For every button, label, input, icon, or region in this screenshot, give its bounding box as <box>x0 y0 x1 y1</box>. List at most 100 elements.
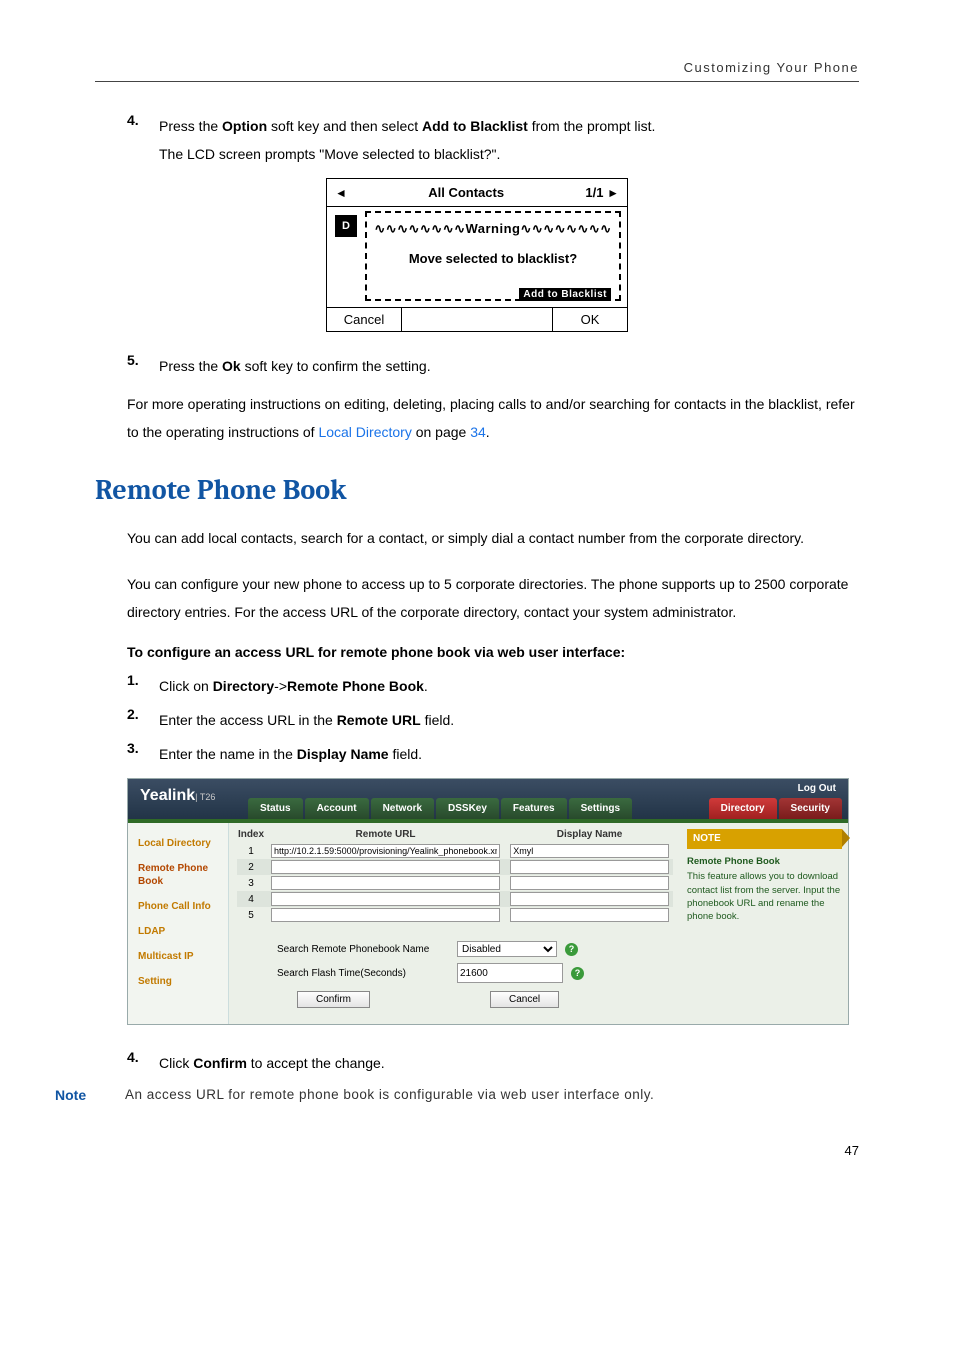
text: field. <box>389 746 422 762</box>
tab-status[interactable]: Status <box>248 798 303 819</box>
note-panel: NOTE Remote Phone Book This feature allo… <box>681 823 848 1024</box>
tab-dsskey[interactable]: DSSKey <box>436 798 499 819</box>
note-description: This feature allows you to download cont… <box>687 870 842 923</box>
sidebar-item-local-directory[interactable]: Local Directory <box>128 831 228 856</box>
remote-url-input[interactable] <box>271 860 500 874</box>
web-ui-screenshot: Yealink| T26 Log Out Status Account Netw… <box>127 778 849 1025</box>
sidebar-item-remote-phone-book[interactable]: Remote Phone Book <box>128 856 228 894</box>
text: on page <box>412 424 470 440</box>
paragraph: For more operating instructions on editi… <box>127 390 859 446</box>
text: field. <box>421 712 454 728</box>
brand-logo: Yealink| T26 <box>140 787 215 805</box>
tab-settings[interactable]: Settings <box>569 798 632 819</box>
note-title: Remote Phone Book <box>687 855 842 868</box>
flash-time-input[interactable] <box>457 963 563 983</box>
keyword: Remote Phone Book <box>287 678 424 694</box>
remote-url-input[interactable] <box>271 876 500 890</box>
text: Enter the name in the <box>159 746 297 762</box>
keyword: Display Name <box>297 746 389 762</box>
row-index: 1 <box>237 846 265 857</box>
arrow-right-icon: ► <box>607 186 619 200</box>
step-body: Click on Directory->Remote Phone Book. <box>159 672 859 700</box>
display-name-input[interactable] <box>510 844 669 858</box>
tab-security[interactable]: Security <box>779 798 842 819</box>
warning-label: Warning <box>465 221 520 236</box>
keyword: Remote URL <box>337 712 421 728</box>
lcd-screenshot: ◄ All Contacts 1/1 ► D ∿∿∿∿∿∿∿∿Warning∿∿… <box>326 178 628 332</box>
display-name-input[interactable] <box>510 908 669 922</box>
note-text: An access URL for remote phone book is c… <box>125 1087 859 1103</box>
flash-time-label: Search Flash Time(Seconds) <box>277 968 457 979</box>
tab-features[interactable]: Features <box>501 798 567 819</box>
step-number: 2. <box>127 706 159 734</box>
sidebar-item-setting[interactable]: Setting <box>128 969 228 994</box>
step-body: Press the Ok soft key to confirm the set… <box>159 352 859 380</box>
text: Click on <box>159 678 213 694</box>
remote-url-input[interactable] <box>271 892 500 906</box>
cancel-button[interactable]: Cancel <box>490 991 559 1008</box>
text: from the prompt list. <box>528 118 656 134</box>
keyword: Ok <box>222 358 241 374</box>
lcd-pager: 1/1 <box>585 185 603 200</box>
text: -> <box>274 678 287 694</box>
keyword: Add to Blacklist <box>422 118 528 134</box>
text: Enter the access URL in the <box>159 712 337 728</box>
note-label: Note <box>55 1087 125 1103</box>
wave-icon: ∿∿∿∿∿∿∿∿ <box>521 221 612 236</box>
main-area: Index Remote URL Display Name 1 2 3 <box>229 823 681 1024</box>
keyword: Option <box>222 118 267 134</box>
keyword: Confirm <box>193 1055 247 1071</box>
text: to accept the change. <box>247 1055 385 1071</box>
confirm-button[interactable]: Confirm <box>297 991 370 1008</box>
row-index: 2 <box>237 862 265 873</box>
help-icon[interactable]: ? <box>571 967 584 980</box>
brand-text: Yealink <box>140 787 195 804</box>
tab-directory[interactable]: Directory <box>709 798 777 819</box>
display-name-input[interactable] <box>510 892 669 906</box>
text: soft key and then select <box>267 118 422 134</box>
step-number: 3. <box>127 740 159 768</box>
text: Click <box>159 1055 193 1071</box>
paragraph: You can configure your new phone to acce… <box>127 570 859 626</box>
text: The LCD screen prompts "Move selected to… <box>159 140 859 168</box>
tab-account[interactable]: Account <box>305 798 369 819</box>
text: . <box>424 678 428 694</box>
lcd-cancel-button: Cancel <box>327 308 402 331</box>
note-header: NOTE <box>687 829 842 849</box>
step-body: Enter the name in the Display Name field… <box>159 740 859 768</box>
text: Press the <box>159 118 222 134</box>
lcd-dialog: ∿∿∿∿∿∿∿∿Warning∿∿∿∿∿∿∿∿ Move selected to… <box>365 211 621 301</box>
remote-url-input[interactable] <box>271 908 500 922</box>
local-directory-link[interactable]: Local Directory <box>318 424 411 440</box>
keyword: Directory <box>213 678 274 694</box>
text: . <box>486 424 490 440</box>
search-name-label: Search Remote Phonebook Name <box>277 944 457 955</box>
step-number: 1. <box>127 672 159 700</box>
lcd-option: Add to Blacklist <box>519 288 611 301</box>
logout-link[interactable]: Log Out <box>798 783 836 794</box>
text: soft key to confirm the setting. <box>241 358 431 374</box>
arrow-left-icon: ◄ <box>335 186 347 200</box>
step-number: 4. <box>127 1049 159 1077</box>
step-number: 5. <box>127 352 159 380</box>
sidebar-item-phone-call-info[interactable]: Phone Call Info <box>128 894 228 919</box>
col-remote-url: Remote URL <box>265 829 506 840</box>
lcd-message: Move selected to blacklist? <box>367 251 619 266</box>
remote-url-input[interactable] <box>271 844 500 858</box>
help-icon[interactable]: ? <box>565 943 578 956</box>
display-name-input[interactable] <box>510 860 669 874</box>
row-index: 3 <box>237 878 265 889</box>
row-index: 5 <box>237 910 265 921</box>
lcd-ok-button: OK <box>552 308 627 331</box>
search-name-select[interactable]: Disabled <box>457 941 557 957</box>
contact-icon: D <box>335 215 357 237</box>
display-name-input[interactable] <box>510 876 669 890</box>
sidebar-item-multicast-ip[interactable]: Multicast IP <box>128 944 228 969</box>
step-body: Click Confirm to accept the change. <box>159 1049 859 1077</box>
page-link[interactable]: 34 <box>470 424 486 440</box>
tab-network[interactable]: Network <box>371 798 434 819</box>
text: Press the <box>159 358 222 374</box>
page-header: Customizing Your Phone <box>95 60 859 82</box>
sub-heading: To configure an access URL for remote ph… <box>127 644 859 660</box>
sidebar-item-ldap[interactable]: LDAP <box>128 919 228 944</box>
